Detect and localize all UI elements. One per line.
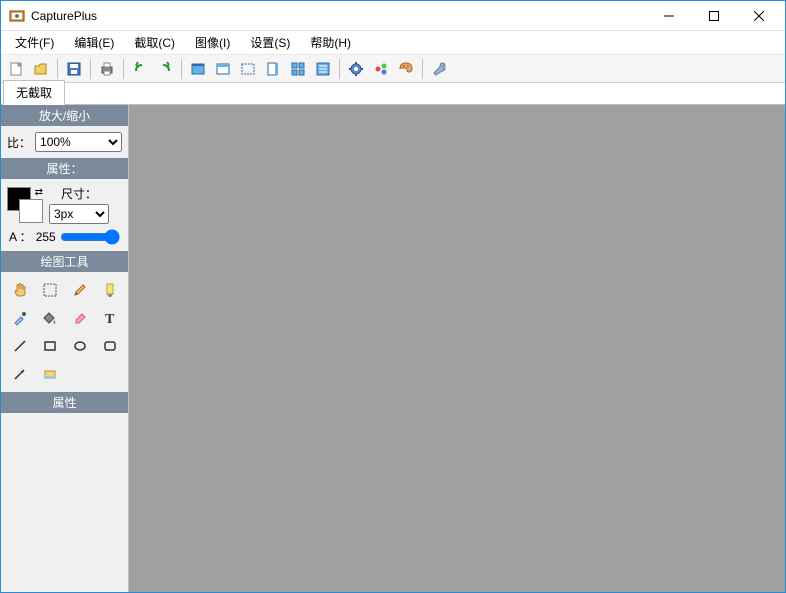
maximize-button[interactable] [691, 1, 736, 30]
size-label: 尺寸： [61, 185, 97, 202]
share-button[interactable] [370, 58, 392, 80]
eraser-tool[interactable] [67, 306, 93, 330]
line-tool[interactable] [7, 334, 33, 358]
properties2-header: 属性 [1, 392, 128, 413]
separator [422, 59, 423, 79]
save-button[interactable] [63, 58, 85, 80]
alpha-slider[interactable] [60, 229, 120, 245]
undo-button[interactable] [129, 58, 151, 80]
menu-help[interactable]: 帮助(H) [300, 31, 361, 54]
alpha-label: A ： [9, 228, 32, 245]
sidebar: 放大/缩小 比： 100% 属性： ⇄ 尺寸： 3px [1, 105, 129, 592]
drawtools-header: 绘图工具 [1, 251, 128, 272]
pencil-tool[interactable] [67, 278, 93, 302]
capture-fullscreen-button[interactable] [187, 58, 209, 80]
stamp-tool[interactable] [37, 362, 63, 386]
swap-colors-icon[interactable]: ⇄ [35, 187, 43, 198]
alpha-value: 255 [36, 230, 56, 244]
text-tool[interactable]: T [97, 306, 123, 330]
capture-fixed-button[interactable] [287, 58, 309, 80]
separator [123, 59, 124, 79]
canvas-area[interactable] [129, 105, 785, 592]
app-icon [9, 8, 25, 24]
menu-capture[interactable]: 截取(C) [124, 31, 185, 54]
separator [90, 59, 91, 79]
menu-image[interactable]: 图像(I) [185, 31, 240, 54]
eyedropper-tool[interactable] [7, 306, 33, 330]
menu-file[interactable]: 文件(F) [5, 31, 64, 54]
settings-button[interactable] [345, 58, 367, 80]
titlebar: CapturePlus [1, 1, 785, 31]
window-title: CapturePlus [31, 9, 646, 23]
app-window: CapturePlus 文件(F) 编辑(E) 截取(C) 图像(I) 设置(S… [0, 0, 786, 593]
tool-grid: T [1, 272, 128, 392]
zoom-header: 放大/缩小 [1, 105, 128, 126]
properties-header: 属性： [1, 158, 128, 179]
close-button[interactable] [736, 1, 781, 30]
separator [57, 59, 58, 79]
print-button[interactable] [96, 58, 118, 80]
tabbar: 无截取 [1, 83, 785, 105]
minimize-button[interactable] [646, 1, 691, 30]
rectangle-tool[interactable] [37, 334, 63, 358]
background-color-swatch[interactable] [19, 199, 43, 223]
separator [181, 59, 182, 79]
hand-tool[interactable] [7, 278, 33, 302]
rounded-rect-tool[interactable] [97, 334, 123, 358]
capture-scroll-button[interactable] [262, 58, 284, 80]
color-swatches: ⇄ [7, 187, 43, 223]
toolbar [1, 55, 785, 83]
menu-edit[interactable]: 编辑(E) [64, 31, 124, 54]
menu-settings[interactable]: 设置(S) [240, 31, 300, 54]
menubar: 文件(F) 编辑(E) 截取(C) 图像(I) 设置(S) 帮助(H) [1, 31, 785, 55]
select-tool[interactable] [37, 278, 63, 302]
zoom-select[interactable]: 100% [35, 132, 122, 152]
highlighter-tool[interactable] [97, 278, 123, 302]
open-button[interactable] [30, 58, 52, 80]
size-select[interactable]: 3px [49, 204, 109, 224]
capture-region-button[interactable] [237, 58, 259, 80]
tab-no-capture[interactable]: 无截取 [3, 80, 65, 105]
new-button[interactable] [5, 58, 27, 80]
ellipse-tool[interactable] [67, 334, 93, 358]
svg-text:T: T [105, 312, 115, 326]
capture-window-button[interactable] [212, 58, 234, 80]
zoom-label: 比： [7, 134, 31, 151]
fill-tool[interactable] [37, 306, 63, 330]
capture-menu-button[interactable] [312, 58, 334, 80]
palette-button[interactable] [395, 58, 417, 80]
workarea: 放大/缩小 比： 100% 属性： ⇄ 尺寸： 3px [1, 105, 785, 592]
separator [339, 59, 340, 79]
redo-button[interactable] [154, 58, 176, 80]
wrench-button[interactable] [428, 58, 450, 80]
arrow-tool[interactable] [7, 362, 33, 386]
